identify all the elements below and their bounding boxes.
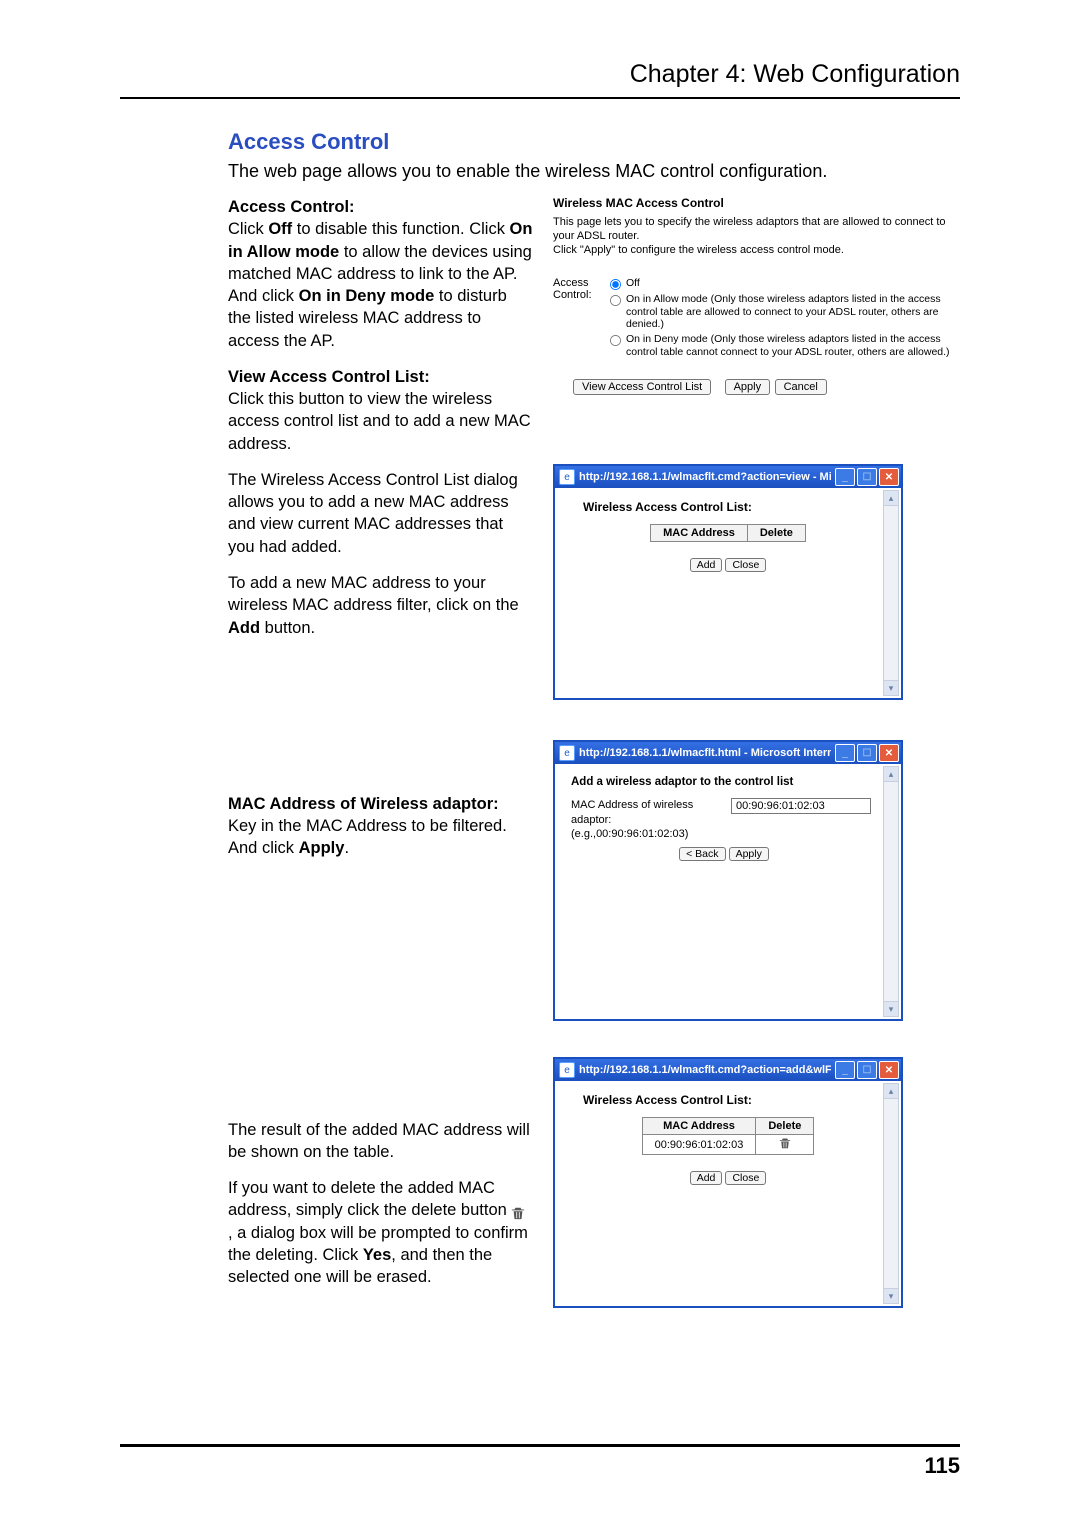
- view-list-heading: View Access Control List:: [228, 368, 430, 386]
- footer-rule: [120, 1444, 960, 1447]
- minimize-button[interactable]: _: [835, 744, 855, 762]
- access-control-row: Access Control: Off On in Allow mode (On…: [553, 277, 960, 360]
- url-text: http://192.168.1.1/wlmacflt.html - Micro…: [579, 747, 831, 759]
- win3-title: Wireless Access Control List:: [583, 1093, 873, 1107]
- trash-icon: [511, 1204, 525, 1218]
- left-column: Access Control: Click Off to disable thi…: [228, 196, 533, 1302]
- col-mac: MAC Address: [651, 525, 748, 542]
- close-window-button[interactable]: ✕: [879, 744, 899, 762]
- scroll-down-icon[interactable]: ▾: [884, 1001, 898, 1016]
- ie-icon: e: [559, 469, 575, 485]
- scroll-up-icon[interactable]: ▴: [884, 1084, 898, 1099]
- col-delete: Delete: [756, 1118, 814, 1135]
- access-control-label: Access Control:: [553, 277, 599, 301]
- delete-row-button[interactable]: [779, 1138, 791, 1152]
- mac-address-input[interactable]: [731, 798, 871, 814]
- chapter-header: Chapter 4: Web Configuration: [120, 60, 960, 97]
- mac-field-hint: (e.g.,00:90:96:01:02:03): [571, 828, 688, 840]
- radio-off-label: Off: [626, 277, 640, 290]
- close-button[interactable]: Close: [725, 558, 766, 572]
- access-control-panel: Wireless MAC Access Control This page le…: [553, 196, 960, 396]
- win2-title: Add a wireless adaptor to the control li…: [571, 776, 877, 788]
- apply-button[interactable]: Apply: [725, 379, 771, 395]
- scroll-down-icon[interactable]: ▾: [884, 1288, 898, 1303]
- ie-icon: e: [559, 1062, 575, 1078]
- radio-allow-label: On in Allow mode (Only those wireless ad…: [626, 293, 960, 331]
- scroll-up-icon[interactable]: ▴: [884, 491, 898, 506]
- radio-allow[interactable]: [610, 295, 621, 306]
- mac-cell: 00:90:96:01:02:03: [642, 1135, 756, 1155]
- titlebar: e http://192.168.1.1/wlmacflt.cmd?action…: [555, 466, 901, 488]
- maximize-button[interactable]: ☐: [857, 744, 877, 762]
- titlebar: e http://192.168.1.1/wlmacflt.cmd?action…: [555, 1059, 901, 1081]
- win1-title: Wireless Access Control List:: [583, 500, 873, 514]
- window-access-list-empty: e http://192.168.1.1/wlmacflt.cmd?action…: [553, 464, 903, 700]
- apply-button[interactable]: Apply: [729, 847, 769, 861]
- section-intro: The web page allows you to enable the wi…: [228, 161, 960, 182]
- content: Access Control The web page allows you t…: [120, 99, 960, 1308]
- right-column: Wireless MAC Access Control This page le…: [553, 196, 960, 1308]
- columns: Access Control: Click Off to disable thi…: [228, 196, 960, 1308]
- col-delete: Delete: [747, 525, 805, 542]
- radio-off[interactable]: [610, 279, 621, 290]
- minimize-button[interactable]: _: [835, 468, 855, 486]
- window-access-list-filled: e http://192.168.1.1/wlmacflt.cmd?action…: [553, 1057, 903, 1308]
- maximize-button[interactable]: ☐: [857, 1061, 877, 1079]
- result-text-1: The result of the added MAC address will…: [228, 1119, 533, 1164]
- mac-addr-heading: MAC Address of Wireless adaptor:: [228, 795, 499, 813]
- add-button[interactable]: Add: [690, 558, 723, 572]
- url-text: http://192.168.1.1/wlmacflt.cmd?action=v…: [579, 471, 831, 483]
- scrollbar[interactable]: ▴▾: [883, 1083, 899, 1304]
- mac-table: MAC AddressDelete 00:90:96:01:02:03: [642, 1117, 815, 1155]
- scroll-down-icon[interactable]: ▾: [884, 680, 898, 695]
- close-button[interactable]: Close: [725, 1171, 766, 1185]
- page: Chapter 4: Web Configuration Access Cont…: [0, 0, 1080, 1527]
- mac-table-empty: MAC AddressDelete: [650, 524, 806, 542]
- view-list-text: Click this button to view the wireless a…: [228, 390, 531, 453]
- access-control-heading: Access Control:: [228, 198, 355, 216]
- close-window-button[interactable]: ✕: [879, 468, 899, 486]
- maximize-button[interactable]: ☐: [857, 468, 877, 486]
- window-body: ▴▾ Add a wireless adaptor to the control…: [555, 764, 901, 1019]
- panel1-desc: This page lets you to specify the wirele…: [553, 216, 960, 257]
- table-row: 00:90:96:01:02:03: [642, 1135, 814, 1155]
- scrollbar[interactable]: ▴▾: [883, 766, 899, 1017]
- minimize-button[interactable]: _: [835, 1061, 855, 1079]
- titlebar: e http://192.168.1.1/wlmacflt.html - Mic…: [555, 742, 901, 764]
- back-button[interactable]: < Back: [679, 847, 725, 861]
- window-body: ▴▾ Wireless Access Control List: MAC Add…: [555, 1081, 901, 1306]
- window-add-mac: e http://192.168.1.1/wlmacflt.html - Mic…: [553, 740, 903, 1021]
- panel1-title: Wireless MAC Access Control: [553, 196, 960, 210]
- panel1-buttons: View Access Control List Apply Cancel: [573, 378, 960, 396]
- page-number: 115: [925, 1453, 961, 1479]
- add-button[interactable]: Add: [690, 1171, 723, 1185]
- radio-deny[interactable]: [610, 335, 621, 346]
- radio-options: Off On in Allow mode (Only those wireles…: [609, 277, 960, 360]
- cancel-button[interactable]: Cancel: [775, 379, 827, 395]
- radio-deny-label: On in Deny mode (Only those wireless ada…: [626, 333, 960, 358]
- scrollbar[interactable]: ▴▾: [883, 490, 899, 696]
- col-mac: MAC Address: [642, 1118, 756, 1135]
- close-window-button[interactable]: ✕: [879, 1061, 899, 1079]
- scroll-up-icon[interactable]: ▴: [884, 767, 898, 782]
- mac-field-label: MAC Address of wireless adaptor:: [571, 799, 693, 825]
- url-text: http://192.168.1.1/wlmacflt.cmd?action=a…: [579, 1064, 831, 1076]
- view-access-control-list-button[interactable]: View Access Control List: [573, 379, 711, 395]
- section-title: Access Control: [228, 129, 960, 155]
- ie-icon: e: [559, 745, 575, 761]
- window-body: ▴▾ Wireless Access Control List: MAC Add…: [555, 488, 901, 698]
- list-dialog-text: The Wireless Access Control List dialog …: [228, 469, 533, 558]
